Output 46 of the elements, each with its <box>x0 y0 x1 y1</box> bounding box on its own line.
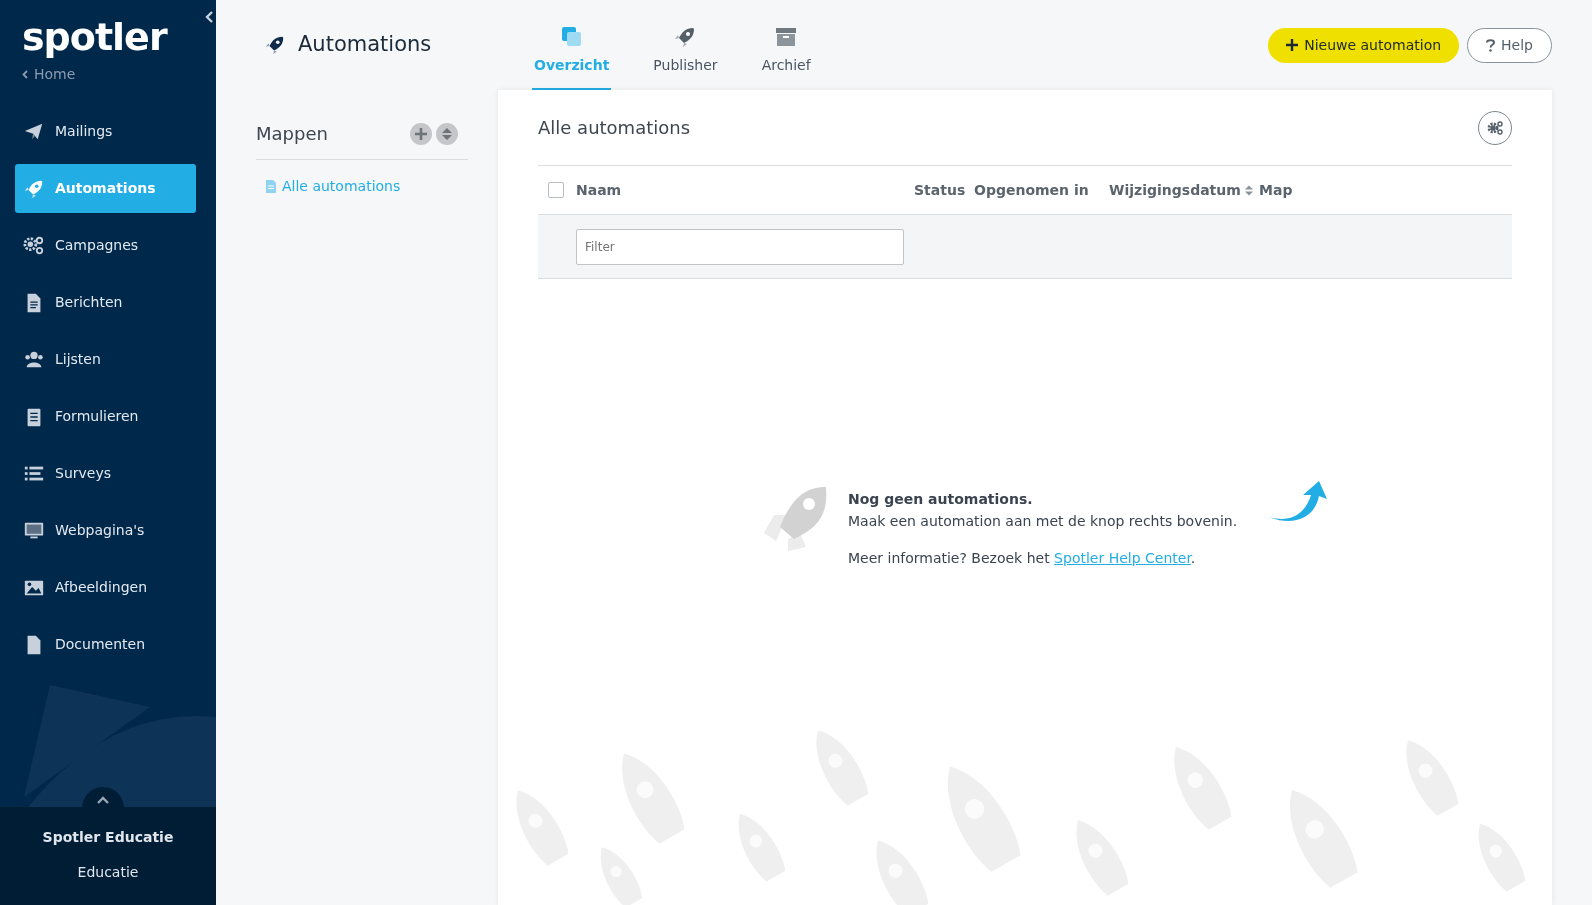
sidebar-item[interactable]: Berichten <box>15 278 196 327</box>
help-text: Meer informatie? Bezoek het Spotler Help Center. <box>848 549 1197 569</box>
question-icon <box>1486 38 1496 52</box>
column-header: Opgenomen in <box>974 180 1090 200</box>
sidebar-item[interactable]: Mailings <box>15 107 196 156</box>
chevron-up-icon <box>97 796 109 804</box>
sidebar-item[interactable]: Campagnes <box>15 221 196 270</box>
chevron-left-icon <box>22 70 28 79</box>
sidebar-item[interactable]: Webpagina's <box>15 506 196 555</box>
logo: spotler <box>22 18 167 56</box>
add-folder-button[interactable] <box>410 122 432 145</box>
gears-icon <box>23 234 45 257</box>
column-header: Map <box>1259 180 1294 200</box>
sidebar-item[interactable]: Formulieren <box>15 392 196 441</box>
column-header: Naam <box>576 180 623 200</box>
tab[interactable]: Publisher <box>651 0 720 90</box>
sidebar-item[interactable]: Documenten <box>15 620 196 669</box>
squares-icon <box>559 24 584 49</box>
section-title: Alle automations <box>538 116 691 140</box>
sidebar-item[interactable]: Surveys <box>15 449 196 498</box>
plus-icon <box>1286 39 1299 51</box>
sidebar-item[interactable]: Lijsten <box>15 335 196 384</box>
home-link[interactable]: Home <box>22 64 76 85</box>
rocket-icon <box>264 34 286 56</box>
sort-icon <box>1244 184 1253 196</box>
account-subtitle: Educatie <box>77 863 139 882</box>
sidebar-item[interactable]: Afbeeldingen <box>15 563 196 612</box>
folders-title: Mappen <box>256 122 328 146</box>
filter-field[interactable]: Filter <box>576 228 904 265</box>
empty-message: Maak een automation aan met de knop rechts bovenin. <box>848 511 1238 531</box>
sort-button[interactable] <box>436 122 458 145</box>
plus-icon <box>415 127 427 140</box>
chevron-left-icon <box>205 11 215 23</box>
document-icon <box>266 180 276 193</box>
help-button[interactable]: Help <box>1467 27 1552 63</box>
select-all-checkbox[interactable] <box>548 182 564 198</box>
settings-button[interactable] <box>1478 110 1512 145</box>
gears-icon <box>1486 119 1504 136</box>
page-title: Automations <box>298 31 432 59</box>
column-header: Status <box>914 180 967 200</box>
empty-heading: Nog geen automations. <box>848 490 1034 509</box>
new-automation-button[interactable]: Nieuwe automation <box>1268 27 1460 63</box>
sort-icon <box>442 126 452 141</box>
account-name: Spotler Educatie <box>42 828 174 847</box>
tab[interactable]: Archief <box>759 0 813 90</box>
column-header[interactable]: Wijzigingsdatum <box>1109 179 1259 201</box>
